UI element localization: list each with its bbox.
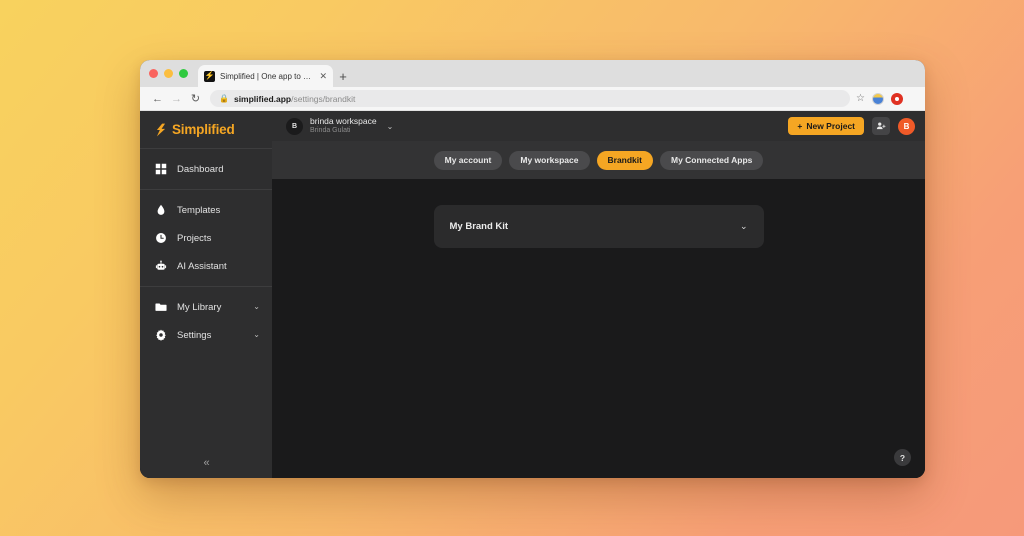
workspace-switcher[interactable]: B brinda workspace Brinda Gulati ⌄ bbox=[286, 116, 394, 135]
simplified-favicon: ⚡ bbox=[204, 70, 215, 82]
browser-tab-strip: ⚡ Simplified | One app to design ✕ + bbox=[140, 60, 925, 87]
settings-tabs: My account My workspace Brandkit My Conn… bbox=[272, 141, 925, 179]
sidebar-item-dashboard[interactable]: Dashboard bbox=[140, 155, 272, 183]
robot-icon bbox=[154, 260, 167, 273]
workspace-avatar: B bbox=[286, 117, 303, 135]
new-project-label: New Project bbox=[806, 121, 855, 131]
tab-my-workspace[interactable]: My workspace bbox=[509, 150, 590, 170]
address-bar-url: simplified.app/settings/brandkit bbox=[234, 94, 355, 104]
help-button[interactable]: ? bbox=[894, 449, 911, 466]
back-icon[interactable]: ← bbox=[148, 89, 167, 108]
gear-icon bbox=[154, 329, 167, 342]
workspace-user: Brinda Gulati bbox=[310, 126, 351, 134]
browser-tab-title: Simplified | One app to design bbox=[220, 71, 314, 81]
chevron-down-icon[interactable]: ⌄ bbox=[253, 331, 260, 339]
brand-logo[interactable]: Simplified bbox=[140, 111, 272, 148]
add-person-icon bbox=[876, 122, 886, 130]
new-project-button[interactable]: + New Project bbox=[788, 117, 864, 135]
sidebar-item-label: Projects bbox=[177, 232, 212, 244]
browser-url-bar: ← → ↻ 🔒 simplified.app/settings/brandkit… bbox=[140, 87, 925, 111]
simplified-bolt-icon bbox=[156, 123, 166, 136]
window-traffic-lights bbox=[149, 60, 198, 87]
tab-brandkit[interactable]: Brandkit bbox=[596, 150, 653, 170]
sidebar-item-label: My Library bbox=[177, 301, 222, 313]
sidebar-group-secondary: My Library ⌄ Settings ⌄ bbox=[140, 287, 272, 355]
sidebar-item-label: AI Assistant bbox=[177, 260, 227, 272]
sidebar-item-label: Dashboard bbox=[177, 163, 224, 175]
brand-name: Simplified bbox=[172, 122, 235, 137]
maximize-window-button[interactable] bbox=[179, 69, 188, 78]
bookmark-star-icon[interactable]: ☆ bbox=[856, 93, 865, 104]
plus-icon: + bbox=[797, 121, 803, 131]
sidebar-item-projects[interactable]: Projects bbox=[140, 224, 272, 252]
address-bar[interactable]: 🔒 simplified.app/settings/brandkit bbox=[210, 90, 850, 107]
app-shell: Simplified Dashboard Templates Projects … bbox=[140, 111, 925, 478]
minimize-window-button[interactable] bbox=[164, 69, 173, 78]
folder-icon bbox=[154, 301, 167, 314]
forward-icon[interactable]: → bbox=[167, 89, 186, 108]
chrome-profile-avatar[interactable] bbox=[871, 92, 884, 105]
url-path: /settings/brandkit bbox=[291, 93, 356, 104]
workspace-name: brinda workspace bbox=[310, 116, 377, 127]
record-indicator-icon[interactable] bbox=[890, 92, 903, 105]
dashboard-grid-icon bbox=[154, 163, 167, 176]
invite-member-button[interactable] bbox=[872, 117, 890, 135]
close-icon[interactable]: ✕ bbox=[319, 71, 327, 81]
lock-icon: 🔒 bbox=[219, 93, 229, 103]
clock-icon bbox=[154, 232, 167, 245]
sidebar: Simplified Dashboard Templates Projects … bbox=[140, 111, 272, 478]
reload-icon[interactable]: ↻ bbox=[186, 89, 205, 108]
chevron-down-icon[interactable]: ⌄ bbox=[740, 221, 748, 232]
url-domain: simplified.app bbox=[233, 93, 292, 104]
tab-my-account[interactable]: My account bbox=[433, 150, 503, 170]
sidebar-item-label: Templates bbox=[177, 204, 221, 216]
sidebar-item-ai-assistant[interactable]: AI Assistant bbox=[140, 252, 272, 280]
sidebar-item-label: Settings bbox=[177, 329, 212, 341]
droplet-icon bbox=[154, 204, 167, 217]
omnibox-actions: ☆ bbox=[856, 92, 905, 105]
collapse-sidebar-button[interactable]: « bbox=[140, 448, 272, 478]
close-window-button[interactable] bbox=[149, 69, 158, 78]
browser-tab[interactable]: ⚡ Simplified | One app to design ✕ bbox=[198, 65, 333, 87]
sidebar-item-my-library[interactable]: My Library ⌄ bbox=[140, 293, 272, 321]
tab-my-connected-apps[interactable]: My Connected Apps bbox=[659, 150, 764, 170]
app-topbar: B brinda workspace Brinda Gulati ⌄ + New… bbox=[272, 111, 925, 141]
avatar[interactable]: B bbox=[898, 117, 915, 135]
browser-window: ⚡ Simplified | One app to design ✕ + ← →… bbox=[140, 60, 925, 478]
chevron-down-icon[interactable]: ⌄ bbox=[387, 122, 394, 131]
main-area: B brinda workspace Brinda Gulati ⌄ + New… bbox=[272, 111, 925, 478]
sidebar-group-main: Dashboard bbox=[140, 149, 272, 189]
brandkit-title: My Brand Kit bbox=[449, 221, 509, 232]
workspace-text: brinda workspace Brinda Gulati bbox=[310, 116, 377, 135]
new-tab-button[interactable]: + bbox=[333, 65, 353, 87]
brandkit-accordion[interactable]: My Brand Kit ⌄ bbox=[433, 205, 764, 248]
sidebar-item-settings[interactable]: Settings ⌄ bbox=[140, 321, 272, 349]
content-area: My Brand Kit ⌄ ? bbox=[272, 179, 925, 478]
sidebar-group-workspace: Templates Projects AI Assistant bbox=[140, 190, 272, 286]
sidebar-item-templates[interactable]: Templates bbox=[140, 196, 272, 224]
chevron-down-icon[interactable]: ⌄ bbox=[253, 303, 260, 311]
